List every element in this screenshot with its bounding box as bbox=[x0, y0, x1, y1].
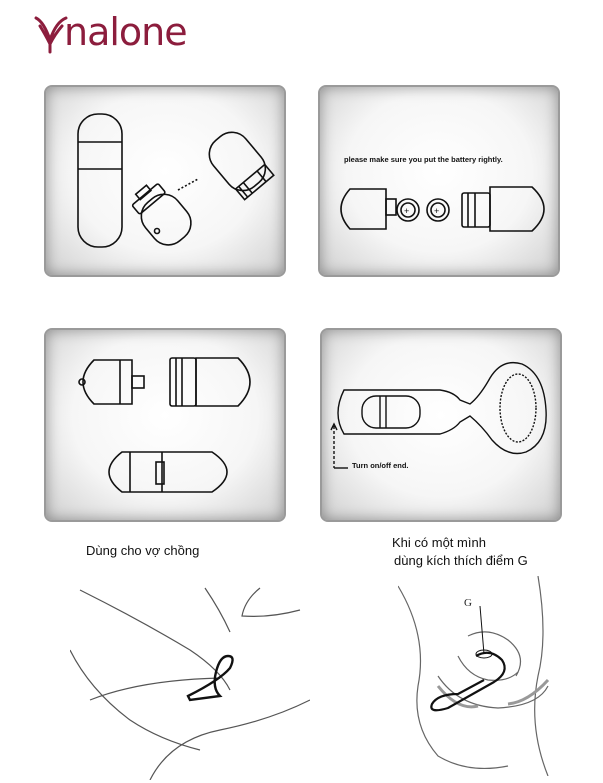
caption-couple-use: Dùng cho vợ chồng bbox=[86, 543, 200, 558]
switch-instruction: Turn on/off end. bbox=[352, 461, 409, 470]
couple-usage-illustration bbox=[70, 587, 310, 780]
brand-logo: nalone bbox=[34, 10, 234, 56]
step-panel-close bbox=[44, 328, 286, 522]
g-spot-label: G bbox=[464, 597, 472, 609]
battery-illustration: + + bbox=[340, 186, 545, 232]
solo-usage-illustration bbox=[398, 576, 550, 776]
svg-text:+: + bbox=[434, 206, 439, 216]
battery-instruction: please make sure you put the battery rig… bbox=[344, 155, 503, 164]
svg-text:+: + bbox=[404, 206, 409, 216]
caption-solo-use-line1: Khi có một mình bbox=[392, 535, 486, 550]
bullet-close-illustration bbox=[78, 357, 251, 493]
brand-mark-icon bbox=[34, 16, 68, 54]
step-panel-battery: + + please make sure you put the battery… bbox=[318, 85, 560, 277]
caption-solo-use-line2: dùng kích thích điểm G bbox=[394, 553, 528, 568]
brand-name: nalone bbox=[64, 10, 188, 54]
step-panel-open bbox=[44, 85, 286, 277]
step-panel-switch: Turn on/off end. bbox=[320, 328, 562, 522]
ring-switch-illustration bbox=[330, 361, 547, 469]
bullet-open-illustration bbox=[77, 113, 275, 248]
